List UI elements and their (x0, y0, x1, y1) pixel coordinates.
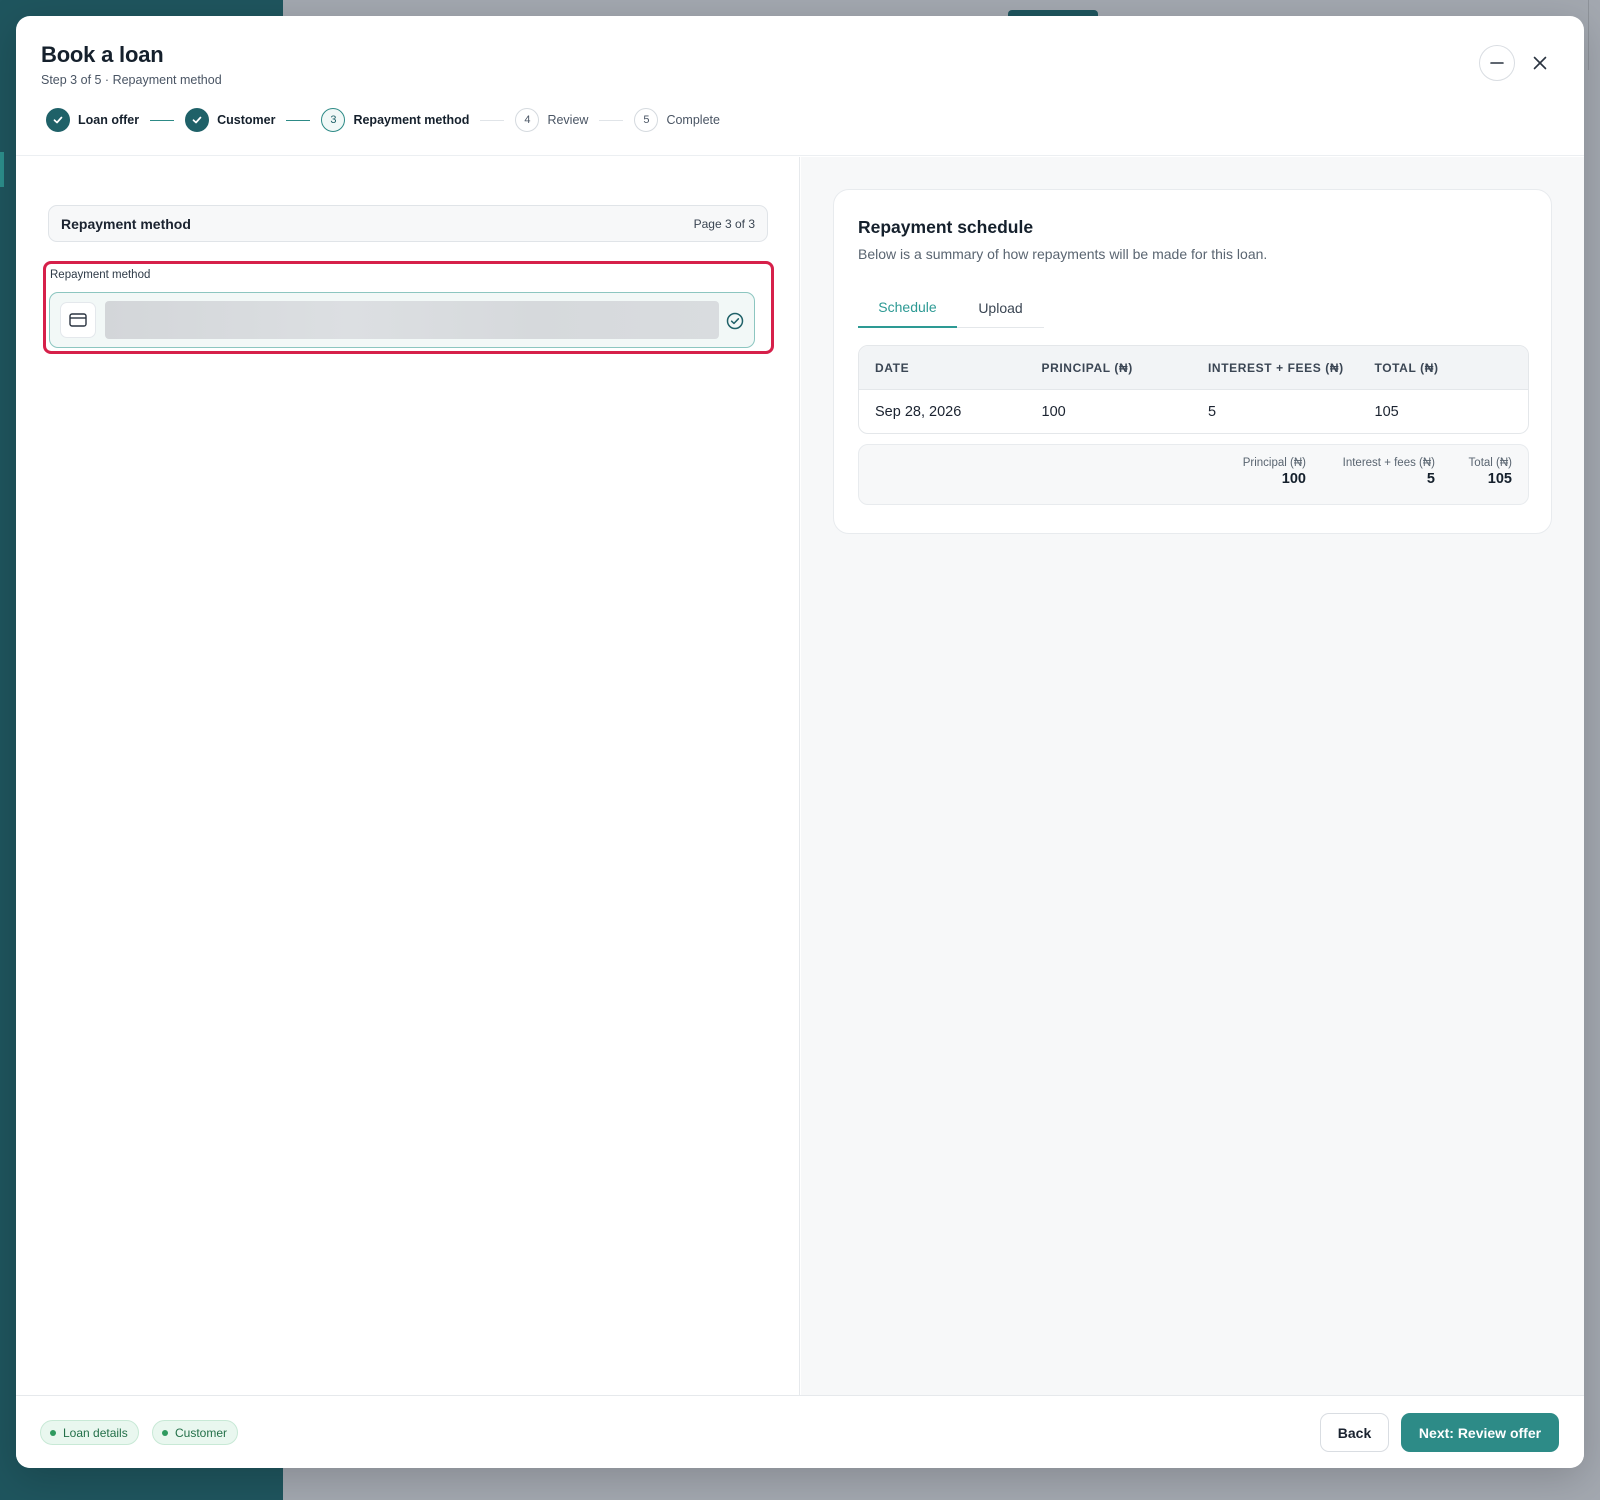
section-title: Repayment method (61, 215, 191, 232)
repayment-schedule-card: Repayment schedule Below is a summary of… (833, 189, 1552, 534)
status-dot-icon (162, 1429, 168, 1436)
step-check-icon (185, 108, 210, 132)
chip-loan-details[interactable]: Loan details (40, 1420, 139, 1445)
page-indicator: Page 3 of 3 (693, 216, 755, 231)
step-label: Review (547, 113, 589, 127)
step-repayment-method[interactable]: 3 Repayment method (321, 108, 469, 132)
step-customer[interactable]: Customer (185, 108, 275, 132)
modal-subtitle: Step 3 of 5 · Repayment method (41, 73, 222, 87)
step-label: Repayment method (353, 113, 470, 127)
form-pane: Repayment method Page 3 of 3 Repayment m… (16, 157, 800, 1395)
repayment-method-select[interactable] (49, 292, 755, 348)
tab-schedule[interactable]: Schedule (858, 287, 957, 328)
principal-total-value: 100 (1281, 471, 1306, 487)
grand-total-label: Total (₦) (1468, 457, 1512, 469)
progress-stepper: Loan offer Customer 3 Repayment method 4… (46, 107, 720, 133)
step-label: Complete (666, 113, 720, 127)
repayment-method-field-highlight: Repayment method (43, 261, 774, 354)
redacted-repayment-method-value (105, 301, 719, 339)
principal-total-label: Principal (₦) (1242, 457, 1306, 469)
cell-total: 105 (1374, 404, 1399, 420)
step-complete[interactable]: 5 Complete (634, 108, 720, 132)
next-review-offer-button[interactable]: Next: Review offer (1401, 1413, 1559, 1452)
step-connector (599, 119, 624, 121)
repayment-method-label: Repayment method (50, 269, 151, 281)
background-divider (1588, 0, 1589, 70)
minus-icon (1490, 62, 1504, 64)
modal-footer: Loan details Customer Back Next: Review … (16, 1395, 1584, 1468)
schedule-table: DATE PRINCIPAL (₦) INTEREST + FEES (₦) T… (858, 345, 1529, 434)
back-button[interactable]: Back (1320, 1413, 1389, 1452)
schedule-tabs: Schedule Upload (858, 287, 1044, 328)
step-number: 3 (321, 108, 346, 132)
chip-customer[interactable]: Customer (152, 1420, 239, 1445)
step-label: Customer (217, 113, 276, 127)
form-section-header: Repayment method Page 3 of 3 (48, 205, 768, 242)
step-loan-offer[interactable]: Loan offer (46, 108, 139, 132)
principal-total: Principal (₦) 100 (1243, 457, 1306, 487)
step-number: 4 (515, 108, 540, 132)
modal-title: Book a loan (41, 42, 164, 67)
step-review[interactable]: 4 Review (515, 108, 588, 132)
step-label: Loan offer (78, 113, 140, 127)
column-header: TOTAL (₦) (1374, 360, 1439, 375)
check-circle-icon (726, 312, 744, 330)
table-header: DATE PRINCIPAL (₦) INTEREST + FEES (₦) T… (859, 346, 1528, 390)
close-icon (1533, 56, 1547, 70)
step-connector (286, 119, 311, 121)
status-dot-icon (50, 1429, 56, 1436)
card-icon (60, 302, 96, 338)
column-header: DATE (875, 360, 910, 375)
step-connector (150, 119, 175, 121)
chip-label: Loan details (63, 1425, 128, 1440)
sidebar-active-indicator (0, 152, 4, 187)
tab-upload[interactable]: Upload (957, 287, 1044, 328)
schedule-title: Repayment schedule (858, 217, 1034, 237)
interest-total-value: 5 (1426, 471, 1435, 487)
schedule-pane: Repayment schedule Below is a summary of… (801, 157, 1584, 1395)
schedule-subtitle: Below is a summary of how repayments wil… (858, 246, 1268, 262)
step-number: 5 (634, 108, 659, 132)
close-button[interactable] (1522, 45, 1558, 81)
cell-principal: 100 (1041, 404, 1066, 420)
grand-total-value: 105 (1487, 471, 1512, 487)
interest-total-label: Interest + fees (₦) (1342, 457, 1435, 469)
table-row: Sep 28, 2026 100 5 105 (859, 390, 1528, 433)
modal-header: Book a loan Step 3 of 5 · Repayment meth… (16, 16, 1584, 156)
minimize-button[interactable] (1479, 45, 1515, 81)
column-header: INTEREST + FEES (₦) (1208, 360, 1344, 375)
chip-label: Customer (175, 1425, 228, 1440)
column-header: PRINCIPAL (₦) (1041, 360, 1133, 375)
book-loan-modal: Book a loan Step 3 of 5 · Repayment meth… (16, 16, 1584, 1468)
step-connector (480, 119, 505, 121)
cell-interest-fees: 5 (1208, 404, 1217, 420)
cell-date: Sep 28, 2026 (875, 404, 962, 420)
step-check-icon (46, 108, 70, 132)
interest-total: Interest + fees (₦) 5 (1343, 457, 1435, 487)
grand-total: Total (₦) 105 (1469, 457, 1512, 487)
schedule-totals: Principal (₦) 100 Interest + fees (₦) 5 … (858, 444, 1529, 505)
